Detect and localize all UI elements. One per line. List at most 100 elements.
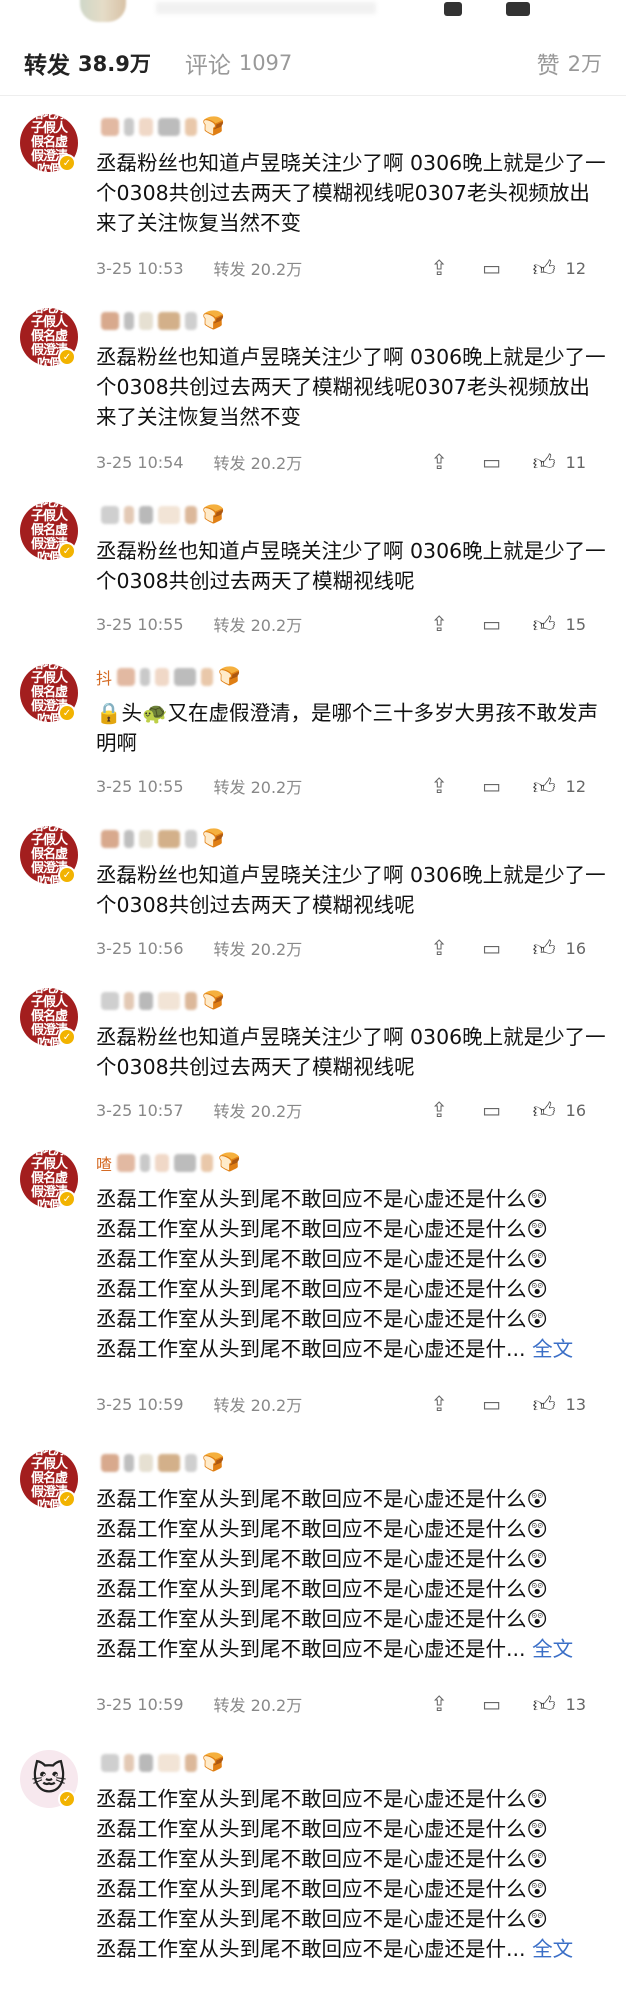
share-icon[interactable]: ⇪ — [430, 1098, 448, 1122]
message-icon[interactable]: ▭ — [482, 256, 501, 280]
repost-time: 3-25 10:57 — [96, 1100, 184, 1120]
blurred-name-part — [174, 668, 197, 686]
badge-icon: 🍞 — [218, 1152, 241, 1173]
username[interactable]: 🍞 — [96, 1452, 224, 1474]
badge-icon: 🍞 — [218, 666, 241, 687]
share-icon[interactable]: ⇪ — [430, 1692, 448, 1716]
like-count: 11 — [565, 452, 586, 472]
blurred-name-part — [185, 506, 197, 524]
blurred-name-part — [124, 1754, 134, 1772]
blurred-name-part — [185, 1754, 197, 1772]
full-text-link[interactable]: 全文 — [532, 1637, 573, 1661]
blurred-name-part — [124, 830, 134, 848]
blurred-name-part — [185, 1454, 197, 1472]
thumbs-up-icon: 👍︎ — [532, 450, 556, 476]
message-icon[interactable]: ▭ — [482, 1692, 501, 1716]
verified-badge-icon: ✓ — [58, 154, 76, 172]
repost-text-content: 丞磊粉丝也知道卢昱晓关注少了啊 0306晚上就是少了一个0308共创过去两天了模… — [96, 151, 606, 235]
repost-meta: 3-25 10:55 转发 20.2万 ⇪ ▭ 👍︎ 15 — [96, 611, 606, 638]
share-icon[interactable]: ⇪ — [430, 450, 448, 474]
verified-badge-icon: ✓ — [58, 1790, 76, 1808]
repost-item: 🐱 ✓ 🍞 丞磊工作室从头到尾不敢回应不是心虚还是什么😲 丞磊工作室从头到尾不敢… — [0, 1732, 626, 2004]
blurred-name-part — [139, 506, 153, 524]
username[interactable]: 🍞 — [96, 990, 224, 1012]
like-button[interactable]: 👍︎ 12 — [533, 255, 586, 282]
username[interactable]: 🍞 — [96, 504, 224, 526]
repost-text: 丞磊工作室从头到尾不敢回应不是心虚还是什么😲 丞磊工作室从头到尾不敢回应不是心虚… — [96, 1784, 606, 1964]
blurred-name-part — [124, 118, 134, 136]
thumbs-up-icon: 👍︎ — [532, 936, 556, 962]
badge-icon: 🍞 — [202, 1452, 225, 1473]
tab-likes[interactable]: 赞 2万 — [537, 46, 602, 80]
repost-count: 转发 20.2万 — [213, 940, 303, 959]
tab-comments-count: 1097 — [238, 50, 293, 75]
repost-count: 转发 20.2万 — [213, 616, 303, 635]
like-count: 12 — [565, 776, 586, 796]
repost-count: 转发 20.2万 — [213, 1696, 303, 1715]
tab-reposts-label: 转发 — [24, 52, 70, 79]
like-count: 15 — [565, 614, 586, 634]
repost-meta: 3-25 10:54 转发 20.2万 ⇪ ▭ 👍︎ 11 — [96, 449, 606, 476]
blurred-name-part — [155, 668, 170, 686]
username[interactable]: 🍞 — [96, 828, 224, 850]
signal-icon — [444, 2, 462, 16]
like-button[interactable]: 👍︎ 12 — [533, 773, 586, 800]
message-icon[interactable]: ▭ — [482, 936, 501, 960]
blurred-name-part — [101, 312, 119, 330]
blurred-name-part — [101, 118, 119, 136]
username[interactable]: 🍞 — [96, 310, 224, 332]
repost-item: 落坨翔子假人假名虚假澄清吹假 ✓ 🍞 丞磊粉丝也知道卢昱晓关注少了啊 0306晚… — [0, 970, 626, 1132]
share-icon[interactable]: ⇪ — [430, 612, 448, 636]
repost-time: 3-25 10:54 — [96, 452, 184, 472]
blurred-name-part — [101, 992, 119, 1010]
username[interactable]: 🍞 — [96, 1752, 224, 1774]
like-count: 13 — [565, 1694, 586, 1714]
repost-count: 转发 20.2万 — [213, 778, 303, 797]
full-text-link[interactable]: 全文 — [532, 1937, 573, 1961]
blurred-name-part — [124, 506, 134, 524]
blurred-name-part — [139, 992, 153, 1010]
message-icon[interactable]: ▭ — [482, 1098, 501, 1122]
username[interactable]: 🍞 — [96, 116, 224, 138]
blurred-title — [156, 2, 376, 14]
blurred-name-part — [158, 992, 180, 1010]
verified-badge-icon: ✓ — [58, 704, 76, 722]
like-button[interactable]: 👍︎ 13 — [533, 1391, 586, 1418]
repost-meta: 3-25 10:59 转发 20.2万 ⇪ ▭ 👍︎ 13 — [96, 1391, 606, 1418]
share-icon[interactable]: ⇪ — [430, 936, 448, 960]
blurred-name-part — [139, 118, 153, 136]
message-icon[interactable]: ▭ — [482, 450, 501, 474]
blurred-name-part — [101, 830, 119, 848]
repost-text: 丞磊粉丝也知道卢昱晓关注少了啊 0306晚上就是少了一个0308共创过去两天了模… — [96, 148, 606, 238]
blurred-name-part — [158, 1754, 180, 1772]
like-button[interactable]: 👍︎ 16 — [533, 1097, 586, 1124]
message-icon[interactable]: ▭ — [482, 774, 501, 798]
verified-badge-icon: ✓ — [58, 866, 76, 884]
thumbs-up-icon: 👍︎ — [532, 612, 556, 638]
blurred-name-part — [201, 668, 214, 686]
full-text-link[interactable]: 全文 — [532, 1337, 573, 1361]
tab-reposts[interactable]: 转发 38.9万 — [24, 46, 151, 80]
message-icon[interactable]: ▭ — [482, 1392, 501, 1416]
repost-text: 🔒头🐢又在虚假澄清，是哪个三十多岁大男孩不敢发声明啊 — [96, 698, 606, 758]
like-count: 12 — [565, 258, 586, 278]
blurred-name-part — [117, 1154, 136, 1172]
verified-badge-icon: ✓ — [58, 1028, 76, 1046]
repost-text-content: 丞磊粉丝也知道卢昱晓关注少了啊 0306晚上就是少了一个0308共创过去两天了模… — [96, 863, 606, 917]
like-button[interactable]: 👍︎ 11 — [533, 449, 586, 476]
like-button[interactable]: 👍︎ 15 — [533, 611, 586, 638]
share-icon[interactable]: ⇪ — [430, 256, 448, 280]
username[interactable]: 抖 🍞 — [96, 666, 241, 689]
repost-text: 丞磊粉丝也知道卢昱晓关注少了啊 0306晚上就是少了一个0308共创过去两天了模… — [96, 1022, 606, 1082]
blurred-name-part — [155, 1154, 170, 1172]
share-icon[interactable]: ⇪ — [430, 1392, 448, 1416]
tab-comments[interactable]: 评论 1097 — [185, 46, 292, 80]
repost-list: 落坨翔子假人假名虚假澄清吹假 ✓ 🍞 丞磊粉丝也知道卢昱晓关注少了啊 0306晚… — [0, 96, 626, 2004]
message-icon[interactable]: ▭ — [482, 612, 501, 636]
repost-text: 丞磊粉丝也知道卢昱晓关注少了啊 0306晚上就是少了一个0308共创过去两天了模… — [96, 536, 606, 596]
like-button[interactable]: 👍︎ 13 — [533, 1691, 586, 1718]
blurred-name-part — [174, 1154, 197, 1172]
username[interactable]: 喳 🍞 — [96, 1152, 241, 1175]
share-icon[interactable]: ⇪ — [430, 774, 448, 798]
like-button[interactable]: 👍︎ 16 — [533, 935, 586, 962]
